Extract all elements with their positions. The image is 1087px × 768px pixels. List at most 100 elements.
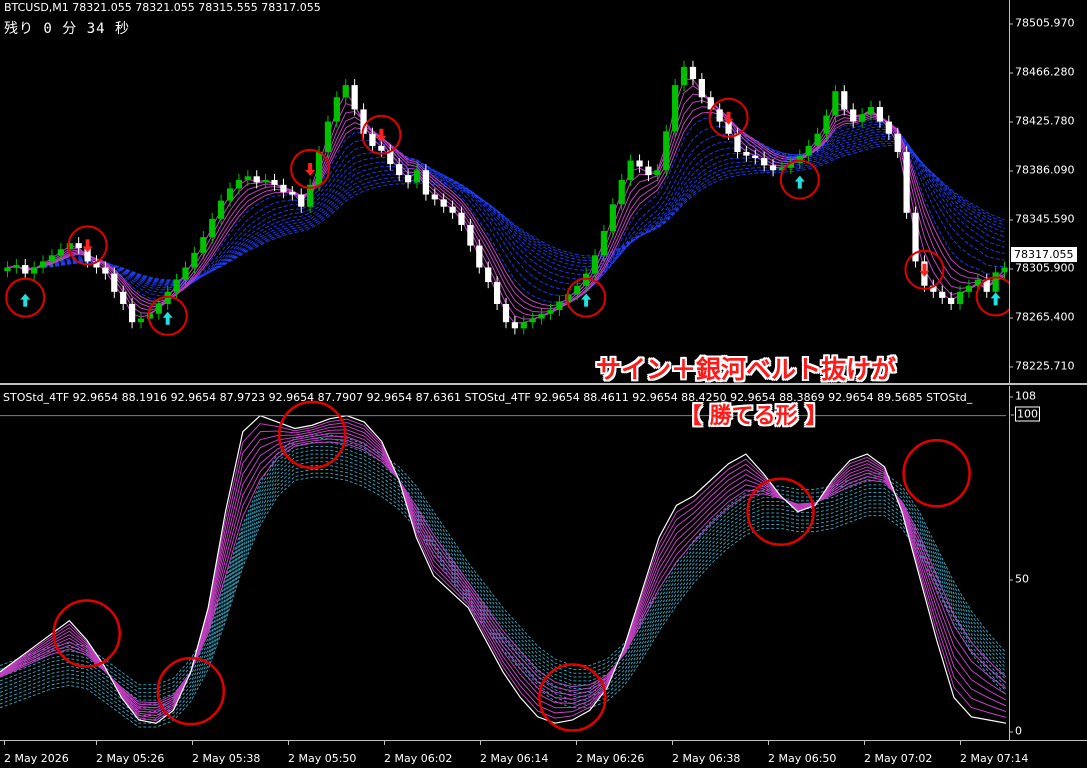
candle-body xyxy=(120,291,127,304)
slow-ribbon-line xyxy=(7,116,1005,303)
osc-slow-ribbon-line xyxy=(0,449,1007,701)
candle-body xyxy=(467,224,474,246)
candle-body xyxy=(538,313,545,319)
candle-body xyxy=(31,267,38,274)
time-tick xyxy=(576,741,577,745)
osc-axis-label: 50 xyxy=(1010,572,1029,586)
price-axis-label: 78345.590 xyxy=(1010,212,1075,226)
candle-body xyxy=(618,179,625,205)
candle-body xyxy=(217,200,225,219)
osc-fast-ribbon-line xyxy=(0,438,1007,706)
price-axis-label: 78425.780 xyxy=(1010,114,1075,128)
time-tick xyxy=(288,741,289,745)
candle-body xyxy=(832,91,839,116)
osc-slow-ribbon-line xyxy=(0,434,1007,686)
candle-body xyxy=(769,165,777,171)
price-chart-pane[interactable] xyxy=(0,0,1010,383)
slow-ribbon-line xyxy=(7,144,1005,281)
price-axis[interactable]: 78505.970 78466.280 78425.780 78386.090 … xyxy=(1009,0,1087,383)
candle-body xyxy=(396,164,403,176)
pane-separator[interactable] xyxy=(0,383,1087,385)
candle-body xyxy=(965,285,973,292)
candle-body xyxy=(645,166,652,176)
candle-body xyxy=(226,188,234,201)
candle-body xyxy=(476,245,483,268)
time-label: 2 May 2026 xyxy=(4,752,69,765)
symbol-header: BTCUSD,M1 78321.055 78321.055 78315.555 … xyxy=(4,1,321,14)
time-label: 2 May 06:02 xyxy=(384,752,453,765)
price-axis-label: 78386.090 xyxy=(1010,163,1075,177)
candle-body xyxy=(404,175,412,183)
time-label: 2 May 05:38 xyxy=(192,752,261,765)
candle-body xyxy=(689,66,697,80)
candle-body xyxy=(422,170,429,195)
osc-axis-label: 108 xyxy=(1010,389,1036,403)
slow-ribbon-line xyxy=(7,133,1005,286)
osc-axis-label: 100 xyxy=(1011,406,1040,422)
candle-body xyxy=(449,206,456,213)
candle-body xyxy=(342,85,349,98)
candle-body xyxy=(511,322,519,329)
candle-body xyxy=(333,97,340,122)
candle-body xyxy=(173,279,180,292)
slow-ribbon-line xyxy=(7,121,1005,297)
price-axis-label: 78505.970 xyxy=(1010,16,1075,30)
candle-body xyxy=(369,133,376,146)
candle-body xyxy=(244,176,251,180)
time-label: 2 May 06:50 xyxy=(768,752,837,765)
candle-body xyxy=(672,85,679,132)
candle-body xyxy=(440,199,447,207)
osc-fast-ribbon-line xyxy=(0,429,1007,714)
oscillator-pane[interactable] xyxy=(0,386,1010,740)
candle-body xyxy=(280,184,287,193)
time-tick xyxy=(960,741,961,745)
candle-body xyxy=(1001,267,1008,273)
candle-body xyxy=(663,131,670,171)
candle-body xyxy=(315,151,323,185)
time-label: 2 May 05:50 xyxy=(288,752,357,765)
candle-body xyxy=(351,85,358,110)
osc-slow-ribbon-line xyxy=(0,472,1007,724)
candle-body xyxy=(458,212,465,225)
candle-body xyxy=(4,267,11,272)
time-tick xyxy=(672,741,673,745)
candle-body xyxy=(992,272,999,292)
oscillator-canvas[interactable] xyxy=(0,386,1010,740)
price-chart-canvas[interactable] xyxy=(0,0,1010,383)
slow-ribbon-line xyxy=(7,138,1005,283)
oscillator-axis[interactable]: 108 100 50 0 xyxy=(1009,386,1087,740)
candle-body xyxy=(520,322,527,329)
candle-body xyxy=(253,176,260,183)
price-axis-label: 78305.900 xyxy=(1010,261,1075,275)
time-tick xyxy=(480,741,481,745)
candle-body xyxy=(876,106,884,122)
current-price-tag: 78317.055 xyxy=(1011,247,1077,262)
candle-body xyxy=(858,114,866,122)
candle-body xyxy=(556,301,563,311)
candle-body xyxy=(823,115,830,134)
candle-body xyxy=(22,265,29,274)
annotation-subtitle: 【 勝てる形 】 xyxy=(680,404,828,429)
buy-arrow-icon xyxy=(581,293,592,307)
candle-body xyxy=(298,194,305,207)
candle-body xyxy=(111,273,118,292)
price-axis-label: 78265.400 xyxy=(1010,310,1075,324)
annotation-title: サイン＋銀河ベルト抜けが xyxy=(596,355,897,384)
candle-body xyxy=(716,109,723,122)
candle-body xyxy=(155,303,162,314)
candle-body xyxy=(13,265,20,268)
candle-body xyxy=(609,204,616,232)
candle-body xyxy=(894,133,901,152)
buy-arrow-icon xyxy=(162,311,173,325)
osc-fast-ribbon-line xyxy=(0,432,1007,711)
time-tick xyxy=(96,741,97,745)
time-tick xyxy=(768,741,769,745)
sell-arrow-icon xyxy=(82,239,93,253)
candle-body xyxy=(431,194,438,200)
candle-body xyxy=(814,133,821,146)
slow-ribbon-line xyxy=(7,123,1005,293)
candle-body xyxy=(271,179,278,185)
osc-slow-ribbon-line xyxy=(0,457,1007,709)
osc-slow-ribbon-line xyxy=(0,476,1007,728)
osc-slow-ribbon-line xyxy=(0,468,1007,720)
